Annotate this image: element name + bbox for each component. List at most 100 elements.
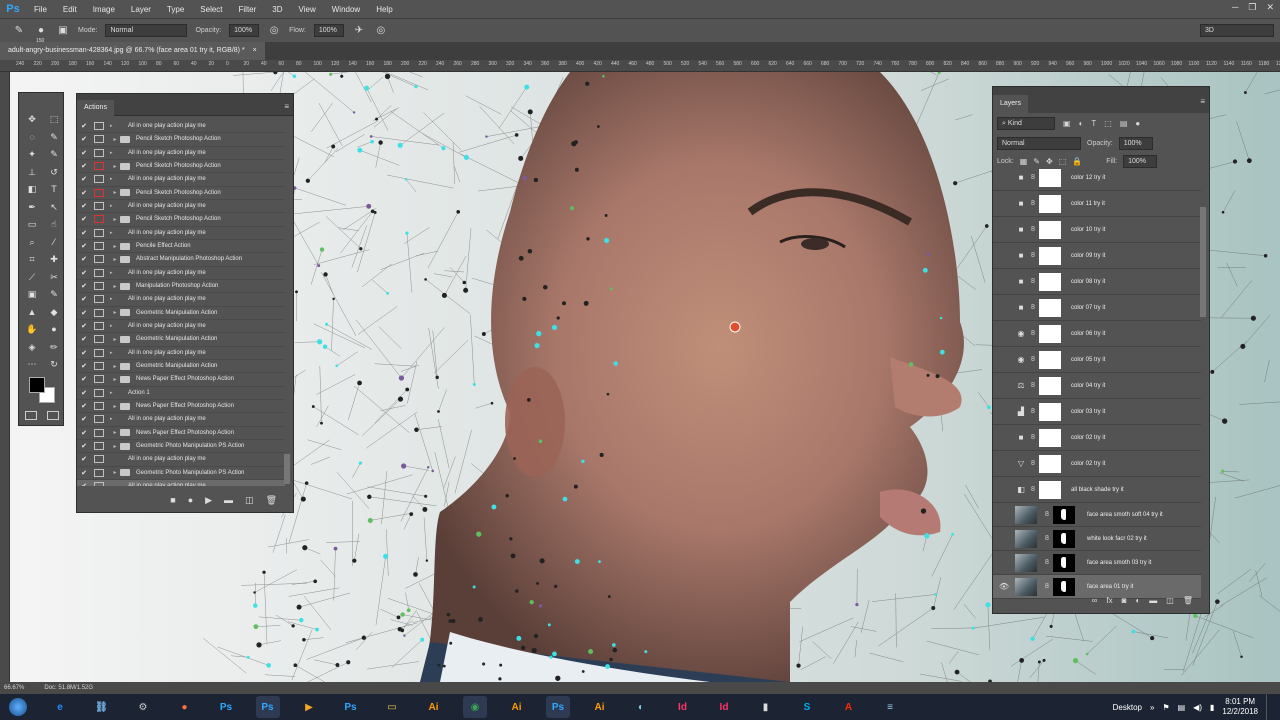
dialog-toggle-icon[interactable] <box>94 375 104 384</box>
drop-tool-icon[interactable]: ◆ <box>45 304 63 320</box>
action-row[interactable]: ✔ ▸ Geometric Manipulation Action <box>77 333 285 347</box>
action-row[interactable]: ✔ ▸ Pencil Sketch Photoshop Action <box>77 160 285 174</box>
layer-row[interactable]: ■ 8 color 09 try it <box>993 243 1201 269</box>
chain-link-icon[interactable]: 8 <box>1027 174 1039 181</box>
add-mask-icon[interactable]: ◙ <box>1122 596 1127 605</box>
clock[interactable]: 8:01 PM 12/2/2018 <box>1222 697 1258 717</box>
taskbar-indesign1-icon[interactable]: Id <box>671 696 695 718</box>
blur-tool-icon[interactable]: ● <box>45 321 63 337</box>
flag-icon[interactable]: ⚑ <box>1162 703 1169 712</box>
chain-link-icon[interactable]: 8 <box>1027 460 1039 467</box>
quick-select-tool-icon[interactable]: ✎ <box>45 129 63 145</box>
history-brush-icon[interactable]: ↺ <box>45 164 63 180</box>
toggle-check-icon[interactable]: ✔ <box>77 149 91 157</box>
taskbar-ie-icon[interactable]: e <box>48 696 72 718</box>
restore-icon[interactable]: ❐ <box>1248 2 1256 13</box>
menu-select[interactable]: Select <box>192 5 230 14</box>
rotate-view-icon[interactable]: ↻ <box>45 356 63 372</box>
taskbar-media-icon[interactable]: ▶ <box>297 696 321 718</box>
taskbar-chrome-icon[interactable]: ◉ <box>463 696 487 718</box>
action-row[interactable]: ✔ ▸ Geometric Photo Manipulation PS Action <box>77 440 285 454</box>
action-row[interactable]: ✔ ▸ Action 1 <box>77 387 285 400</box>
dialog-toggle-icon[interactable] <box>94 175 104 184</box>
network-icon[interactable]: ▤ <box>1178 703 1186 712</box>
new-group-icon[interactable]: ▬ <box>1149 596 1157 605</box>
path-select-icon[interactable]: ↖ <box>45 199 63 215</box>
ruler-tool-icon[interactable]: ⟋ <box>23 269 41 285</box>
menu-type[interactable]: Type <box>159 5 192 14</box>
filter-shape-icon[interactable]: ⬚ <box>1104 119 1112 128</box>
layer-mask-thumbnail[interactable] <box>1039 246 1061 265</box>
screen-mode-icon[interactable] <box>47 411 59 420</box>
mode-select[interactable]: Normal <box>105 24 188 37</box>
action-row[interactable]: ✔ ▸ All in one play action play me <box>77 147 285 160</box>
expand-arrow-icon[interactable]: ▸ <box>110 376 120 383</box>
hand-tool-icon[interactable]: ✋ <box>23 321 41 337</box>
layer-mask-thumbnail[interactable] <box>1039 324 1061 343</box>
toggle-check-icon[interactable]: ✔ <box>77 469 91 477</box>
lasso-tool-icon[interactable]: ◌ <box>23 129 41 145</box>
toggle-check-icon[interactable]: ✔ <box>77 162 91 170</box>
expand-arrow-icon[interactable]: ▸ <box>110 429 120 436</box>
layer-mask-thumbnail[interactable] <box>1053 505 1075 524</box>
action-row[interactable]: ✔ ▸ All in one play action play me <box>77 227 285 240</box>
action-row[interactable]: ✔ ▸ All in one play action play me <box>77 200 285 214</box>
dialog-toggle-icon[interactable] <box>94 255 104 264</box>
type-tool-icon[interactable]: T <box>45 181 63 197</box>
dialog-toggle-icon[interactable] <box>94 242 104 251</box>
dialog-toggle-icon[interactable] <box>94 268 104 277</box>
menu-image[interactable]: Image <box>85 5 123 14</box>
start-button[interactable] <box>4 696 32 718</box>
chain-link-icon[interactable]: 8 <box>1027 304 1039 311</box>
expand-arrow-icon[interactable]: ▸ <box>110 443 120 450</box>
action-row[interactable]: ✔ ▸ All in one play action play me <box>77 173 285 187</box>
brush-panel-icon[interactable]: ▣ <box>56 24 70 38</box>
toggle-check-icon[interactable]: ✔ <box>77 375 91 383</box>
chain-link-icon[interactable]: 8 <box>1027 382 1039 389</box>
chain-link-icon[interactable]: 8 <box>1041 559 1053 566</box>
play-icon[interactable]: ▶ <box>205 495 212 506</box>
triangle-tool-icon[interactable]: ▲ <box>23 304 41 320</box>
link-layers-icon[interactable]: ∞ <box>1092 596 1098 605</box>
layer-filter-select[interactable]: ⌕ Kind <box>997 117 1055 130</box>
blend-mode-select[interactable]: Normal <box>997 137 1081 150</box>
layer-row[interactable]: 8 face area smoth 03 try it <box>993 551 1201 575</box>
expand-arrow-icon[interactable]: ▸ <box>110 283 120 290</box>
fx-icon[interactable]: fx <box>1106 596 1112 605</box>
layer-mask-thumbnail[interactable] <box>1053 529 1075 548</box>
taskbar-film-icon[interactable]: ▮ <box>754 696 778 718</box>
filter-adjust-icon[interactable]: ◐ <box>1079 119 1084 128</box>
taskbar-acrobat-icon[interactable]: A <box>837 696 861 718</box>
layer-mask-thumbnail[interactable] <box>1053 553 1075 572</box>
chain-link-icon[interactable]: 8 <box>1027 434 1039 441</box>
toggle-check-icon[interactable]: ✔ <box>77 402 91 410</box>
menu-file[interactable]: File <box>26 5 55 14</box>
layer-mask-thumbnail[interactable] <box>1039 480 1061 499</box>
pressure-size-icon[interactable]: ◎ <box>374 24 388 38</box>
chain-link-icon[interactable]: 8 <box>1027 408 1039 415</box>
toggle-check-icon[interactable]: ✔ <box>77 229 91 237</box>
taskbar-explorer-icon[interactable]: ▭ <box>380 696 404 718</box>
layer-image-thumbnail[interactable] <box>1015 529 1037 548</box>
toggle-check-icon[interactable]: ✔ <box>77 309 91 317</box>
delete-layer-icon[interactable]: 🗑 <box>1183 596 1193 605</box>
action-row[interactable]: ✔ ▸ Pencil Sketch Photoshop Action <box>77 187 285 200</box>
filter-type-icon[interactable]: T <box>1091 119 1096 128</box>
action-row[interactable]: ✔ ▸ All in one play action play me <box>77 293 285 307</box>
expand-arrow-icon[interactable]: ▸ <box>110 350 113 356</box>
toggle-check-icon[interactable]: ✔ <box>77 389 91 397</box>
layer-row[interactable]: ▟ 8 color 03 try it <box>993 399 1201 425</box>
expand-arrow-icon[interactable]: ▸ <box>110 203 113 209</box>
action-row[interactable]: ✔ ▸ Geometric Manipulation Action <box>77 307 285 320</box>
layer-row[interactable]: ■ 8 color 11 try it <box>993 191 1201 217</box>
new-layer-icon[interactable]: ◫ <box>1166 596 1174 605</box>
layer-mask-thumbnail[interactable] <box>1039 194 1061 213</box>
healing-brush-icon[interactable]: ✚ <box>45 251 63 267</box>
layer-mask-thumbnail[interactable] <box>1039 350 1061 369</box>
taskbar-indesign2-icon[interactable]: Id <box>712 696 736 718</box>
dialog-toggle-icon[interactable] <box>94 442 104 451</box>
action-row[interactable]: ✔ ▸ All in one play action play me <box>77 120 285 134</box>
toggle-check-icon[interactable]: ✔ <box>77 295 91 303</box>
zoom-level[interactable]: 66.67% <box>4 682 24 694</box>
airbrush-icon[interactable]: ✈ <box>352 24 366 38</box>
